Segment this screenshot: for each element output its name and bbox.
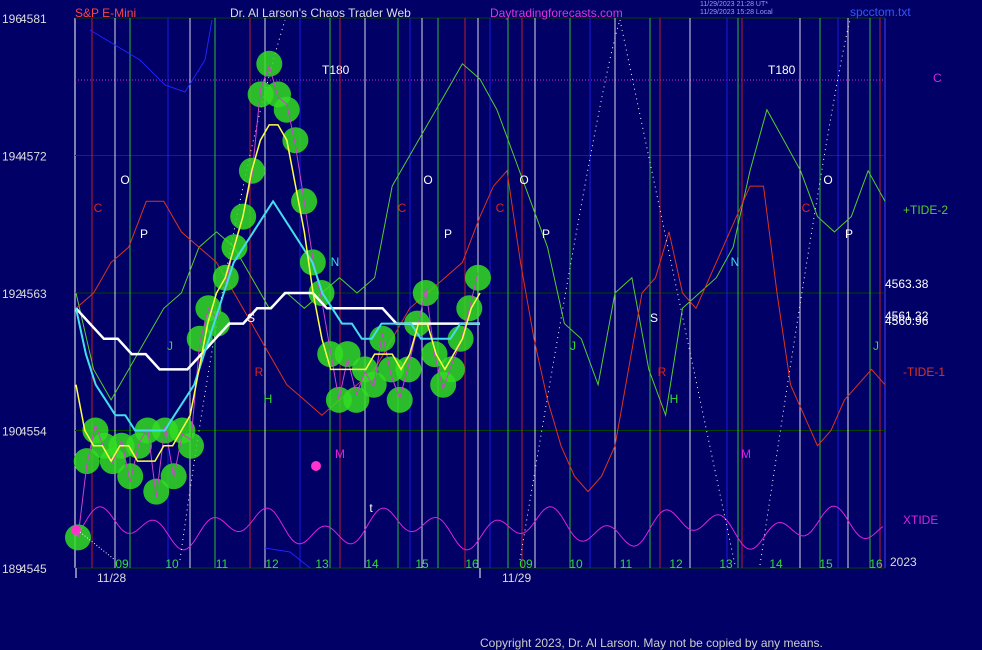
- series-label: XTIDE: [903, 513, 938, 527]
- hour-tick: 15: [819, 557, 833, 571]
- t180-label: T180: [322, 63, 350, 77]
- timestamp-local: 11/29/2023 15:28 Local: [700, 9, 773, 16]
- cycle-marker: O: [823, 173, 832, 187]
- cycle-marker: S: [247, 311, 255, 325]
- low-marker: [71, 525, 81, 535]
- hour-tick: 12: [265, 557, 279, 571]
- cycle-marker: P: [140, 227, 148, 241]
- hour-tick: 15: [415, 557, 429, 571]
- t180-label: T180: [768, 63, 796, 77]
- hour-tick: 13: [719, 557, 733, 571]
- cycle-marker: J: [873, 339, 879, 353]
- price-dot: [256, 50, 283, 77]
- cycle-marker: C: [94, 201, 103, 215]
- hour-tick: 11: [620, 557, 633, 571]
- hour-tick: 09: [115, 557, 129, 571]
- cycle-marker: R: [658, 365, 667, 379]
- cycle-marker: N: [731, 255, 740, 269]
- cycle-marker: J: [570, 339, 576, 353]
- y-label-price: 4554: [20, 425, 47, 439]
- blue-cycle-line: [89, 19, 213, 93]
- hour-tick: 09: [519, 557, 533, 571]
- price-dot: [117, 463, 144, 490]
- date-label: 11/29: [502, 571, 531, 585]
- cycle-marker: M: [335, 447, 345, 461]
- year-label: 2023: [890, 555, 917, 569]
- file-name: spcctom.txt: [850, 5, 911, 19]
- cycle-marker: M: [741, 447, 751, 461]
- series-label: C: [933, 71, 942, 85]
- hour-tick: 16: [465, 557, 479, 571]
- cycle-marker: P: [845, 227, 853, 241]
- hour-tick: 12: [669, 557, 683, 571]
- y-label-price: 4581: [20, 12, 47, 26]
- chart-title: Dr. Al Larson's Chaos Trader Web: [230, 6, 411, 20]
- chart-svg: 19645811944572192456319045541894545T180 T…: [2, 12, 948, 585]
- hour-tick: 14: [365, 557, 379, 571]
- hour-tick: 10: [165, 557, 179, 571]
- cycle-marker: P: [444, 227, 452, 241]
- price-dot: [273, 96, 300, 123]
- cycle-marker: S: [650, 311, 658, 325]
- tide-minus-day1: [75, 200, 481, 416]
- cycle-marker: O: [423, 173, 432, 187]
- cycle-marker: O: [120, 173, 129, 187]
- price-dot: [438, 356, 465, 383]
- y-label-price: 4545: [20, 562, 47, 576]
- tide-minus-day2: [479, 169, 886, 493]
- price-dot: [395, 356, 422, 383]
- right-value: 4560.96: [885, 314, 929, 328]
- series-label: +TIDE-2: [903, 203, 948, 217]
- cycle-marker: R: [255, 365, 264, 379]
- symbol-label: S&P E-Mini: [75, 6, 137, 20]
- cycle-marker: O: [519, 173, 528, 187]
- cycle-marker: t: [369, 501, 373, 515]
- series-label: -TIDE-1: [903, 365, 945, 379]
- cycle-marker: C: [496, 201, 505, 215]
- cycle-marker: H: [670, 392, 679, 406]
- cycle-marker: H: [264, 392, 273, 406]
- timestamp-ut: 11/29/2023 21:28 UT*: [700, 1, 768, 8]
- cycle-marker: J: [167, 339, 173, 353]
- xtide-line: [75, 505, 884, 551]
- cycle-marker: P: [542, 227, 550, 241]
- hour-tick: 11: [216, 557, 229, 571]
- cycle-marker: N: [331, 255, 340, 269]
- date-label: 11/28: [97, 571, 126, 585]
- cycle-marker: C: [802, 201, 811, 215]
- low-marker: [311, 461, 321, 471]
- cycle-marker: C: [398, 201, 407, 215]
- copyright-notice: Copyright 2023, Dr. Al Larson. May not b…: [480, 636, 823, 650]
- price-dot: [386, 386, 413, 413]
- price-dot: [412, 280, 439, 306]
- site-link[interactable]: Daytradingforecasts.com: [490, 6, 623, 20]
- right-value: 4563.38: [885, 277, 929, 291]
- hour-tick: 10: [569, 557, 583, 571]
- y-label-price: 4563: [20, 287, 47, 301]
- price-dot: [465, 264, 491, 291]
- hour-tick: 16: [869, 557, 883, 571]
- y-label-price: 4572: [20, 150, 47, 164]
- price-dot: [369, 325, 396, 352]
- hour-tick: 14: [769, 557, 783, 571]
- hour-tick: 13: [315, 557, 329, 571]
- tide-plus-day2: [479, 78, 886, 418]
